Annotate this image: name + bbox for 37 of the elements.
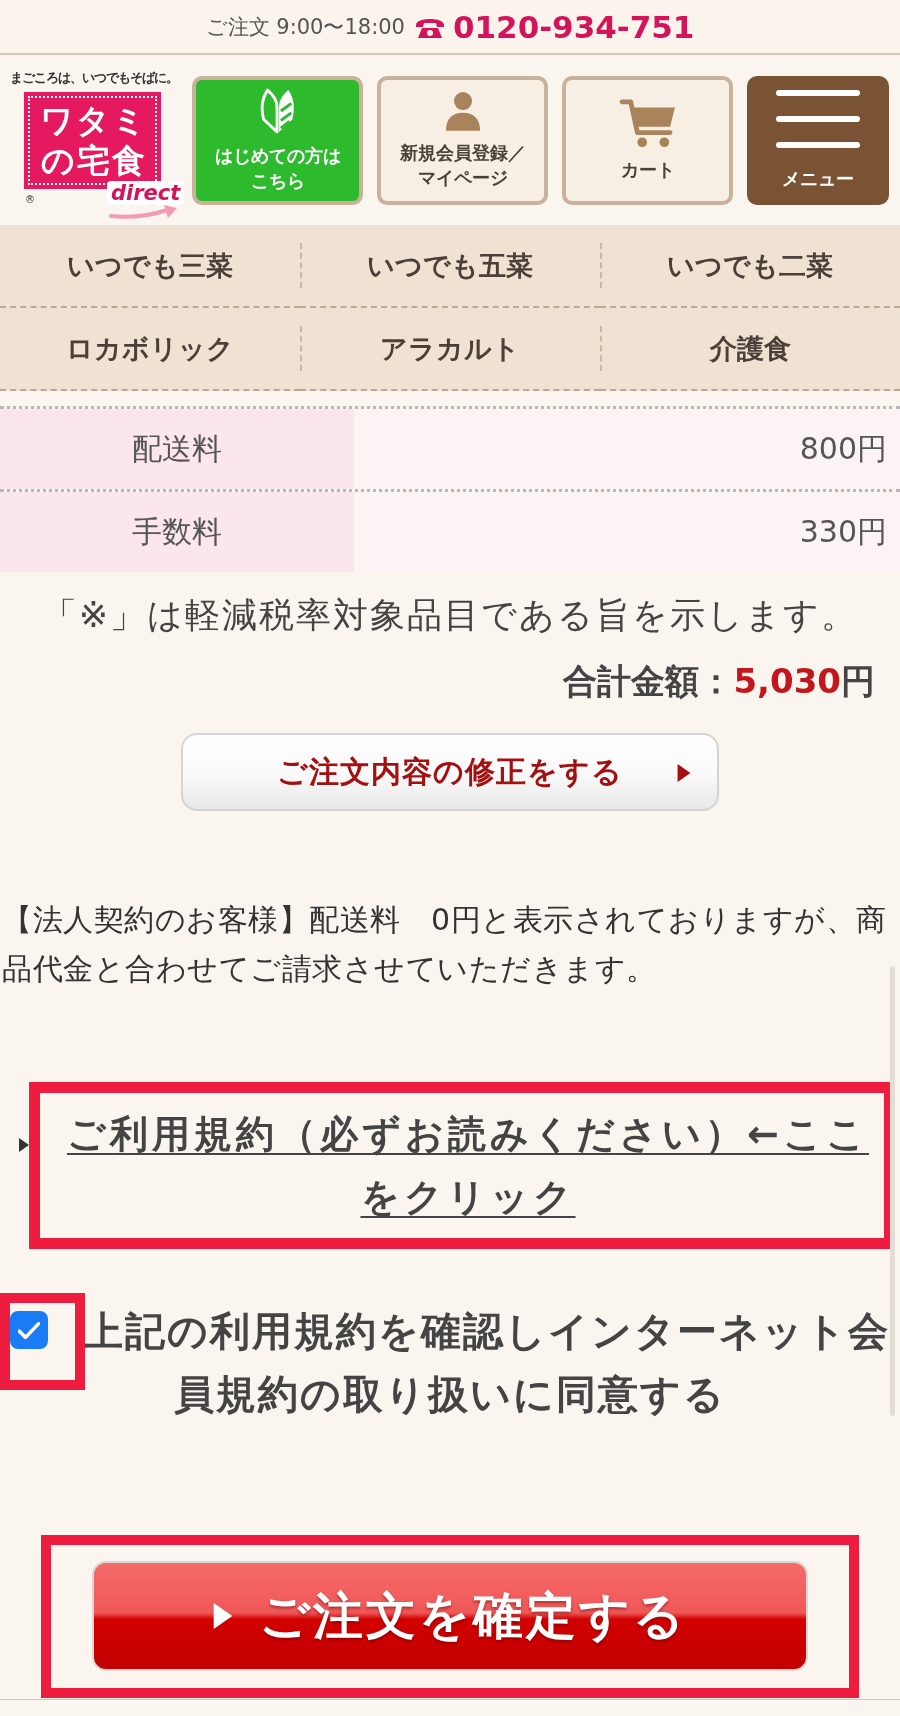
tax-note: 「※」は軽減税率対象品目である旨を示します。 (40, 594, 860, 637)
business-hours: ご注文 9:00〜18:00 (205, 13, 405, 41)
triangle-icon (19, 1138, 29, 1152)
check-icon (18, 1321, 40, 1339)
triangle-icon (675, 764, 693, 782)
curved-arrow-icon (109, 204, 179, 220)
leaf-icon (258, 87, 297, 134)
registered-mark: ® (25, 194, 35, 206)
logo-subtitle: direct (107, 181, 185, 205)
fee-amount: 800円 (359, 409, 900, 489)
fee-label: 配送料 (0, 409, 354, 489)
total-amount: 5,030 (733, 661, 841, 701)
nav-link[interactable]: いつでも五菜 (300, 225, 600, 308)
nav-link[interactable]: 介護食 (600, 308, 900, 391)
fee-label: 手数料 (0, 492, 354, 572)
logo-tagline: まごころは、いつでもそばに。 (10, 70, 178, 86)
corporate-note: 【法人契約のお客様】配送料 0円と表示されておりますが、商品代金と合わせてご請求させていただきます。 (1, 901, 888, 988)
edit-order-button[interactable]: ご注文内容の修正をする (181, 733, 719, 811)
confirm-order-button[interactable]: ご注文を確定する (92, 1561, 808, 1671)
person-icon (444, 90, 481, 131)
checkbox[interactable] (10, 1311, 48, 1349)
nav-link[interactable]: いつでも二菜 (600, 225, 900, 308)
menu-button[interactable]: メニュー (747, 75, 889, 205)
triangle-icon (213, 1603, 233, 1629)
fee-amount: 330円 (359, 492, 900, 572)
menu-icon (776, 89, 860, 148)
terms-link[interactable]: ご利用規約（必ずお読みください）←ここをクリック (58, 1102, 878, 1229)
cart-icon (618, 98, 677, 148)
nav-link[interactable]: ロカボリック (0, 308, 300, 391)
member-register-button[interactable]: 新規会員登録／マイページ (377, 75, 548, 205)
agreement-label: 上記の利用規約を確認しインターネット会員規約の取り扱いに同意する (83, 1308, 890, 1417)
total-unit: 円 (841, 661, 875, 701)
phone-number[interactable]: 0120-934-751 (452, 8, 695, 45)
total-label: 合計金額： (563, 661, 734, 701)
nav-link[interactable]: アラカルト (300, 308, 600, 391)
nav-link[interactable]: いつでも三菜 (0, 225, 300, 308)
cart-button[interactable]: カート (562, 75, 733, 205)
